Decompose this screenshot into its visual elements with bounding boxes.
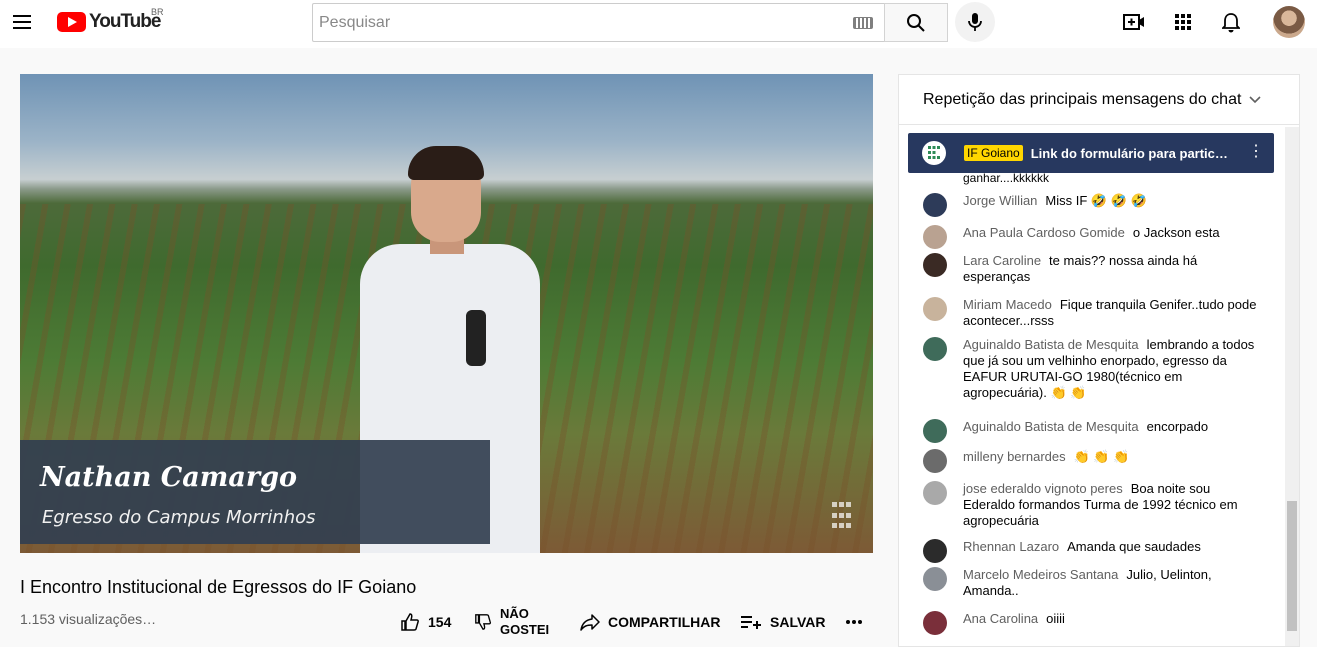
if-watermark-icon — [832, 502, 852, 532]
chat-author-avatar[interactable] — [923, 449, 947, 473]
pinned-text: Link do formulário para participa... — [1030, 145, 1231, 161]
chat-author-avatar[interactable] — [923, 419, 947, 443]
like-button[interactable]: 154 — [400, 604, 451, 640]
chat-author-avatar[interactable] — [923, 337, 947, 361]
masthead: YouTube BR — [0, 0, 1317, 48]
chat-message[interactable]: Marcelo Medeiros Santana Julio, Uelinton,… — [923, 567, 1263, 599]
chat-author-avatar[interactable] — [923, 253, 947, 277]
bell-icon[interactable] — [1219, 10, 1243, 34]
search-button[interactable] — [884, 3, 948, 42]
region-code: BR — [151, 7, 164, 17]
chat-message[interactable]: Rhennan Lazaro Amanda que saudades — [923, 539, 1263, 563]
lower-third-name: Nathan Camargo — [40, 462, 297, 493]
chat-author-name[interactable]: jose ederaldo vignoto peres — [963, 481, 1123, 496]
menu-icon[interactable] — [10, 10, 34, 34]
chat-author-avatar[interactable] — [923, 611, 947, 635]
chat-author-name[interactable]: Ana Carolina — [963, 611, 1038, 626]
search-box — [312, 3, 885, 42]
search-icon — [907, 13, 925, 32]
if-goiano-avatar — [922, 141, 946, 165]
chat-message-body: Aguinaldo Batista de Mesquita lembrando a… — [963, 337, 1263, 401]
apps-grid-icon[interactable] — [1171, 10, 1195, 34]
playlist-add-icon — [741, 616, 761, 629]
dislike-button[interactable]: NÃO GOSTEI — [474, 604, 550, 640]
more-vert-icon[interactable]: ⋮ — [1248, 144, 1264, 160]
chat-message-body: Jorge Willian Miss IF 🤣 🤣 🤣 — [963, 193, 1263, 217]
chat-author-name[interactable]: milleny bernardes — [963, 449, 1066, 464]
chat-message-body: Marcelo Medeiros Santana Julio, Uelinton,… — [963, 567, 1263, 599]
chat-message[interactable]: Miriam Macedo Fique tranquila Genifer..tu… — [923, 297, 1263, 329]
chat-author-name[interactable]: Aguinaldo Batista de Mesquita — [963, 419, 1139, 434]
chat-author-name[interactable]: Aguinaldo Batista de Mesquita — [963, 337, 1139, 352]
create-video-icon[interactable] — [1122, 10, 1146, 34]
chevron-down-icon — [1249, 95, 1261, 103]
chat-message[interactable]: Jorge Willian Miss IF 🤣 🤣 🤣 — [923, 193, 1263, 217]
chat-message[interactable]: Aguinaldo Batista de Mesquita lembrando a… — [923, 337, 1263, 401]
chat-message[interactable]: milleny bernardes 👏 👏 👏 — [923, 449, 1263, 473]
chat-message[interactable]: Aguinaldo Batista de Mesquita encorpado — [923, 419, 1263, 443]
lower-third-subtitle: Egresso do Campus Morrinhos — [42, 507, 316, 528]
chat-author-avatar[interactable] — [923, 225, 947, 249]
logo-text: YouTube — [89, 11, 161, 32]
chat-header-title: Repetição das principais mensagens do ch… — [923, 90, 1242, 108]
thumbs-up-icon — [401, 613, 419, 631]
chat-message[interactable]: Ana Carolina oiiii — [923, 611, 1263, 635]
chat-partial-line: ganhar....kkkkkk — [963, 171, 1050, 185]
youtube-logo[interactable]: YouTube — [57, 11, 161, 33]
video-lower-third: Nathan Camargo Egresso do Campus Morrinh… — [20, 440, 490, 544]
thumbs-down-icon — [475, 614, 492, 630]
chat-message[interactable]: jose ederaldo vignoto peres Boa noite sou… — [923, 481, 1263, 529]
chat-message-text: encorpado — [1146, 419, 1209, 434]
chat-message[interactable]: Ana Paula Cardoso Gomide o Jackson esta — [923, 225, 1263, 249]
account-avatar[interactable] — [1273, 6, 1305, 38]
chat-message-text: Miss IF 🤣 🤣 🤣 — [1045, 193, 1147, 208]
voice-search-button[interactable] — [955, 2, 995, 42]
video-player[interactable]: Nathan Camargo Egresso do Campus Morrinh… — [20, 74, 873, 553]
share-icon — [580, 614, 600, 631]
chat-message-body: Lara Caroline te mais?? nossa ainda há es… — [963, 253, 1263, 285]
dislike-label: NÃO GOSTEI — [500, 606, 550, 637]
chat-mode-dropdown[interactable]: Repetição das principais mensagens do ch… — [899, 75, 1299, 125]
chat-message-body: Miriam Macedo Fique tranquila Genifer..tu… — [963, 297, 1263, 329]
chat-scrollbar[interactable] — [1285, 127, 1299, 646]
chat-message[interactable]: Lara Caroline te mais?? nossa ainda há es… — [923, 253, 1263, 285]
live-chat-panel: Repetição das principais mensagens do ch… — [898, 74, 1300, 647]
chat-message-text: 👏 👏 👏 — [1073, 449, 1130, 464]
youtube-play-icon — [57, 12, 86, 32]
chat-message-body: Aguinaldo Batista de Mesquita encorpado — [963, 419, 1263, 443]
view-count[interactable]: 1.153 visualizações… — [20, 611, 156, 627]
chat-author-name[interactable]: Ana Paula Cardoso Gomide — [963, 225, 1125, 240]
share-label: COMPARTILHAR — [608, 614, 721, 630]
search-input[interactable] — [319, 4, 839, 41]
save-button[interactable]: SALVAR — [740, 604, 825, 640]
chat-message-text: o Jackson esta — [1132, 225, 1220, 240]
save-label: SALVAR — [770, 614, 826, 630]
chat-author-avatar[interactable] — [923, 297, 947, 321]
chat-message-body: milleny bernardes 👏 👏 👏 — [963, 449, 1263, 473]
chat-message-body: Ana Paula Cardoso Gomide o Jackson esta — [963, 225, 1263, 249]
mic-icon — [968, 13, 982, 31]
more-actions-icon[interactable] — [845, 604, 863, 640]
chat-message-text: Amanda que saudades — [1067, 539, 1201, 554]
video-title: I Encontro Institucional de Egressos do … — [20, 577, 417, 597]
chat-author-avatar[interactable] — [923, 481, 947, 505]
chat-author-name[interactable]: Rhennan Lazaro — [963, 539, 1059, 554]
keyboard-icon[interactable] — [853, 17, 873, 29]
chat-scroll-thumb[interactable] — [1287, 501, 1297, 631]
chat-author-avatar[interactable] — [923, 539, 947, 563]
chat-message-body: Rhennan Lazaro Amanda que saudades — [963, 539, 1263, 563]
share-button[interactable]: COMPARTILHAR — [580, 604, 721, 640]
like-count: 154 — [428, 614, 452, 630]
pinned-author-badge: IF Goiano — [964, 145, 1023, 161]
chat-message-body: Ana Carolina oiiii — [963, 611, 1263, 635]
chat-message-text: oiiii — [1046, 611, 1065, 626]
chat-author-name[interactable]: Jorge Willian — [963, 193, 1037, 208]
chat-author-avatar[interactable] — [923, 567, 947, 591]
chat-author-name[interactable]: Miriam Macedo — [963, 297, 1052, 312]
chat-author-name[interactable]: Lara Caroline — [963, 253, 1041, 268]
pinned-message[interactable]: IF Goiano Link do formulário para partic… — [908, 133, 1274, 173]
chat-author-name[interactable]: Marcelo Medeiros Santana — [963, 567, 1118, 582]
chat-message-body: jose ederaldo vignoto peres Boa noite sou… — [963, 481, 1263, 529]
chat-author-avatar[interactable] — [923, 193, 947, 217]
